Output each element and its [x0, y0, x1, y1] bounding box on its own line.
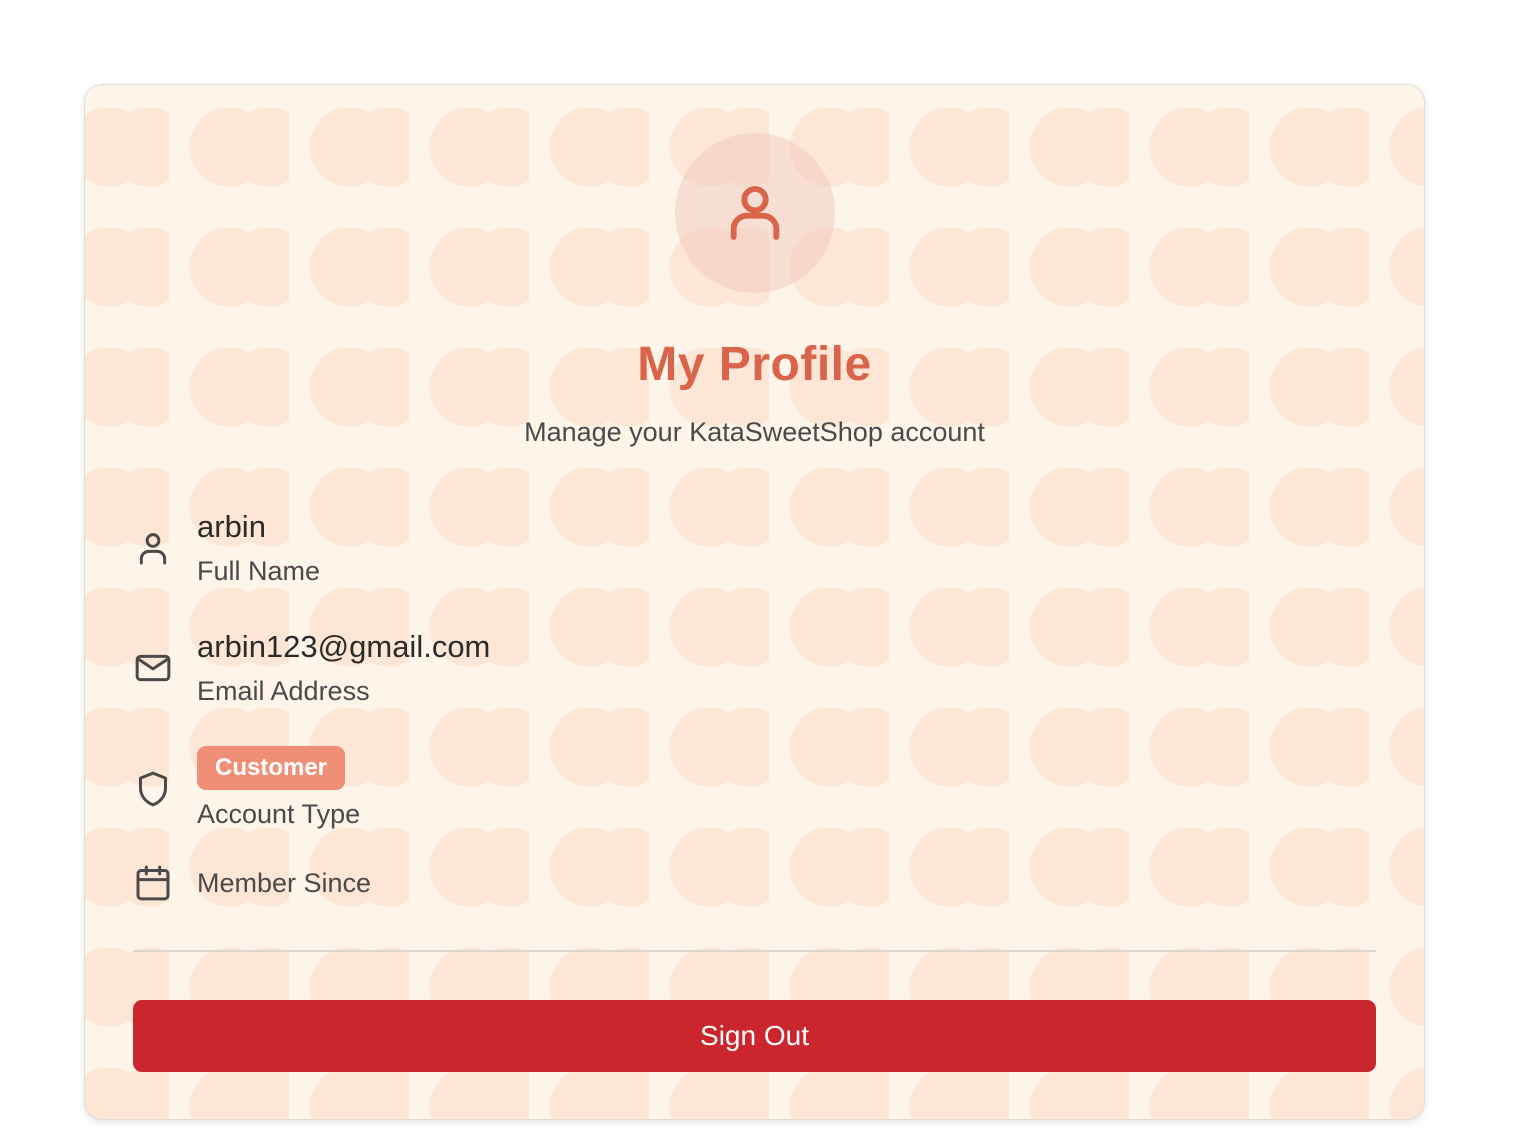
account-type-label: Account Type: [197, 799, 361, 829]
full-name-value: arbin: [197, 509, 266, 544]
account-type-row: Customer Account Type: [133, 746, 360, 832]
page-title: My Profile: [637, 338, 872, 391]
member-since-label: Member Since: [197, 868, 372, 898]
member-since-row: Member Since: [133, 863, 371, 903]
email-label: Email Address: [197, 676, 370, 706]
status-badge: Customer: [197, 746, 346, 790]
shield-icon: [133, 769, 173, 809]
calendar-icon: [133, 863, 173, 903]
full-name-label: Full Name: [197, 556, 321, 586]
user-icon: [730, 186, 780, 240]
avatar: [675, 133, 835, 293]
page-subtitle: Manage your KataSweetShop account: [524, 417, 985, 447]
divider: [133, 950, 1376, 952]
email-value: arbin123@gmail.com: [197, 629, 491, 664]
user-icon: [133, 528, 173, 568]
email-row: arbin123@gmail.com Email Address: [133, 627, 490, 709]
mail-icon: [133, 648, 173, 688]
profile-card: My Profile Manage your KataSweetShop acc…: [84, 84, 1425, 1120]
full-name-row: arbin Full Name: [133, 507, 320, 589]
sign-out-button[interactable]: Sign Out: [133, 1000, 1376, 1072]
